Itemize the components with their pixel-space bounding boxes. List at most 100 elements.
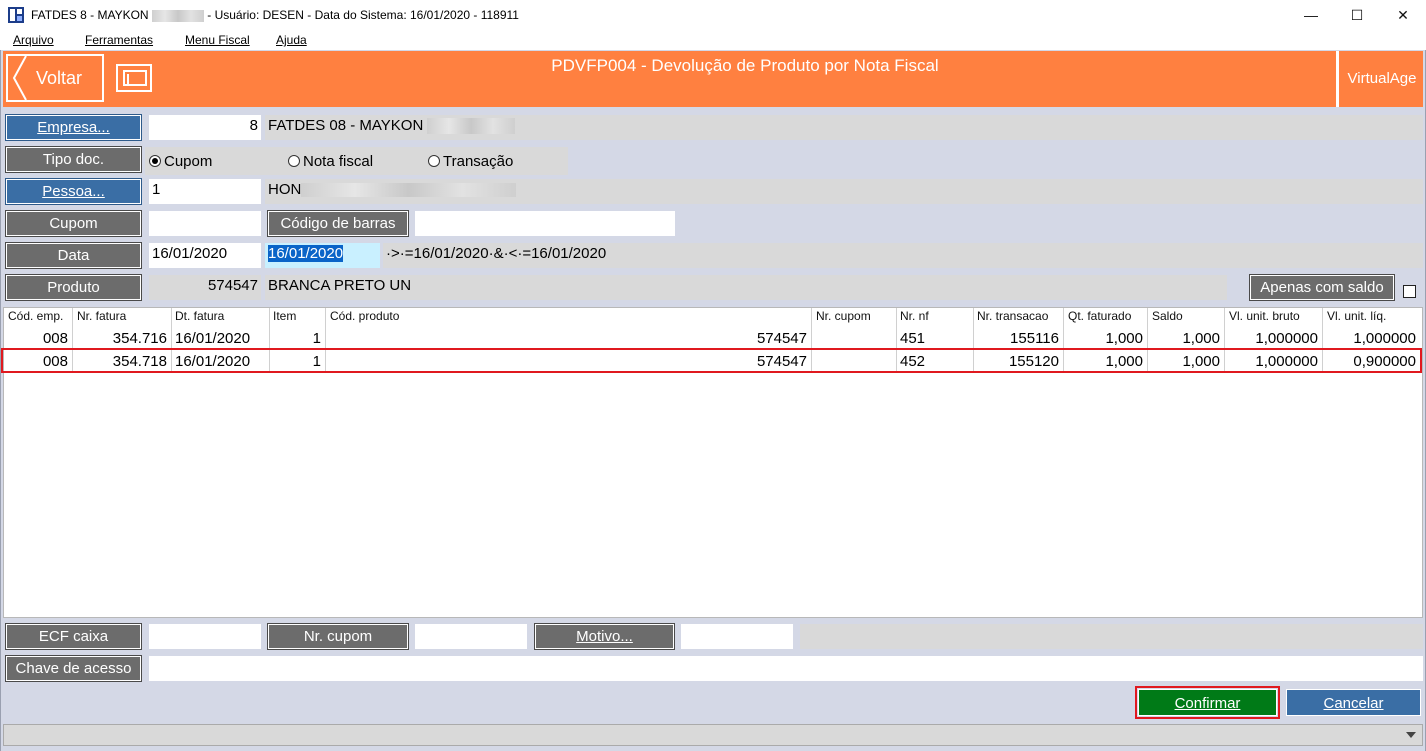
col-header-saldo[interactable]: Saldo [1152,309,1183,323]
col-header-item[interactable]: Item [273,309,296,323]
confirm-button[interactable]: Confirmar [1138,689,1277,716]
cell-vl-unit-liq: 1,000000 [1353,330,1416,347]
redacted-text [151,9,204,22]
cell-nr-transacao: 155120 [1008,353,1059,370]
chave-acesso-button[interactable]: Chave de acesso [5,655,142,682]
empresa-button[interactable]: Empresa... [5,114,142,141]
cell-saldo: 1,000 [1182,330,1220,347]
cell-nr-fatura: 354.716 [112,330,167,347]
produto-name: BRANCA PRETO UN [265,275,1227,300]
pessoa-code-field[interactable]: 1 [149,179,261,204]
close-button[interactable]: ✕ [1380,0,1426,30]
cell-dt-fatura: 16/01/2020 [175,330,251,347]
motivo-field[interactable] [681,624,793,649]
cell-item: 1 [312,353,321,370]
ecf-caixa-button[interactable]: ECF caixa [5,623,142,650]
cell-vl-unit-liq: 0,900000 [1353,353,1416,370]
cell-cod-produto: 574547 [756,353,807,370]
col-header-qt-faturado[interactable]: Qt. faturado [1068,309,1131,323]
data-to-field[interactable]: 16/01/2020 [265,243,380,268]
barcode-field[interactable] [415,211,675,236]
menu-ferramentas[interactable]: Ferramentas [85,33,153,47]
tipo-doc-radio-group: Cupom Nota fiscal Transação [145,147,568,175]
header-separator [1336,51,1339,107]
empresa-name-text: FATDES 08 - MAYKON [268,117,424,134]
apenas-saldo-checkbox[interactable] [1403,285,1416,298]
menu-ajuda[interactable]: Ajuda [276,33,307,47]
motivo-button[interactable]: Motivo... [534,623,675,650]
cell-dt-fatura: 16/01/2020 [175,353,251,370]
radio-cupom-dot [149,155,161,167]
window-title-prefix: FATDES 8 - MAYKON [31,8,149,22]
redacted-text [427,118,516,135]
cell-nr-transacao: 155116 [1010,330,1059,347]
back-label: Voltar [35,67,83,88]
pessoa-button[interactable]: Pessoa... [5,178,142,205]
window-title-suffix: - Usuário: DESEN - Data do Sistema: 16/0… [207,8,519,22]
radio-cupom-label: Cupom [164,153,213,170]
radio-nota-fiscal[interactable]: Nota fiscal [288,153,373,170]
toggle-panel-button[interactable] [116,64,152,92]
col-header-cod-produto[interactable]: Cód. produto [330,309,399,323]
status-bar[interactable] [3,724,1423,746]
produto-code: 574547 [149,275,261,300]
col-header-nr-nf[interactable]: Nr. nf [900,309,929,323]
window-title: FATDES 8 - MAYKON - Usuário: DESEN - Dat… [31,8,519,22]
page-title: PDVFP004 - Devolução de Produto por Nota… [551,56,939,75]
col-header-cod-emp[interactable]: Cód. emp. [8,309,63,323]
menu-fiscal[interactable]: Menu Fiscal [185,33,250,47]
barcode-button[interactable]: Código de barras [267,210,409,237]
chevron-left-icon [12,56,27,100]
cell-vl-unit-bruto: 1,000000 [1255,353,1318,370]
radio-transacao-dot [428,155,440,167]
motivo-description [800,624,1423,649]
redacted-text [301,183,517,198]
radio-nota-fiscal-dot [288,155,300,167]
cell-cod-produto: 574547 [756,330,807,347]
minimize-button[interactable]: — [1288,0,1334,30]
col-header-vl-unit-bruto[interactable]: Vl. unit. bruto [1229,309,1300,323]
cancel-button[interactable]: Cancelar [1286,689,1421,716]
chave-acesso-field[interactable] [149,656,1423,681]
col-header-nr-cupom[interactable]: Nr. cupom [816,309,871,323]
apenas-saldo-button[interactable]: Apenas com saldo [1249,274,1395,301]
nr-cupom-field[interactable] [415,624,527,649]
cell-qt-faturado: 1,000 [1105,330,1143,347]
cell-vl-unit-bruto: 1,000000 [1255,330,1318,347]
panel-icon-bar [127,74,129,84]
cell-qt-faturado: 1,000 [1105,353,1143,370]
tipo-doc-button[interactable]: Tipo doc. [5,146,142,173]
radio-transacao[interactable]: Transação [428,153,513,170]
pessoa-name: HON [265,179,1423,204]
empresa-code-field[interactable]: 8 [149,115,261,140]
maximize-button[interactable]: ☐ [1334,0,1380,30]
data-to-selected-text: 16/01/2020 [268,245,344,262]
col-header-vl-unit-liq[interactable]: Vl. unit. líq. [1327,309,1386,323]
col-header-nr-fatura[interactable]: Nr. fatura [77,309,126,323]
back-button[interactable]: Voltar [6,54,104,102]
data-from-field[interactable]: 16/01/2020 [149,243,261,268]
pessoa-name-text: HON [268,181,302,198]
nr-cupom-button[interactable]: Nr. cupom [267,623,409,650]
radio-transacao-label: Transação [443,153,514,170]
radio-cupom[interactable]: Cupom [149,153,212,170]
produto-button[interactable]: Produto [5,274,142,301]
chevron-down-icon [1406,732,1416,738]
brand-button[interactable]: VirtualAge [1341,54,1423,102]
cell-cod-emp: 008 [42,330,68,347]
empresa-name: FATDES 08 - MAYKON [265,115,1423,140]
cupom-field[interactable] [149,211,261,236]
cell-nr-fatura: 354.718 [112,353,167,370]
col-header-dt-fatura[interactable]: Dt. fatura [175,309,224,323]
radio-nota-fiscal-label: Nota fiscal [303,153,374,170]
ecf-caixa-field[interactable] [149,624,261,649]
cupom-button[interactable]: Cupom [5,210,142,237]
col-header-nr-transacao[interactable]: Nr. transacao [977,309,1048,323]
cell-nr-nf: 451 [900,330,926,347]
cell-saldo: 1,000 [1182,353,1220,370]
data-button[interactable]: Data [5,242,142,269]
data-filter-text: ·>·=16/01/2020·&·<·=16/01/2020 [383,243,1423,268]
cell-cod-emp: 008 [42,353,68,370]
menu-arquivo[interactable]: Arquivo [13,33,54,47]
cell-nr-nf: 452 [900,353,926,370]
